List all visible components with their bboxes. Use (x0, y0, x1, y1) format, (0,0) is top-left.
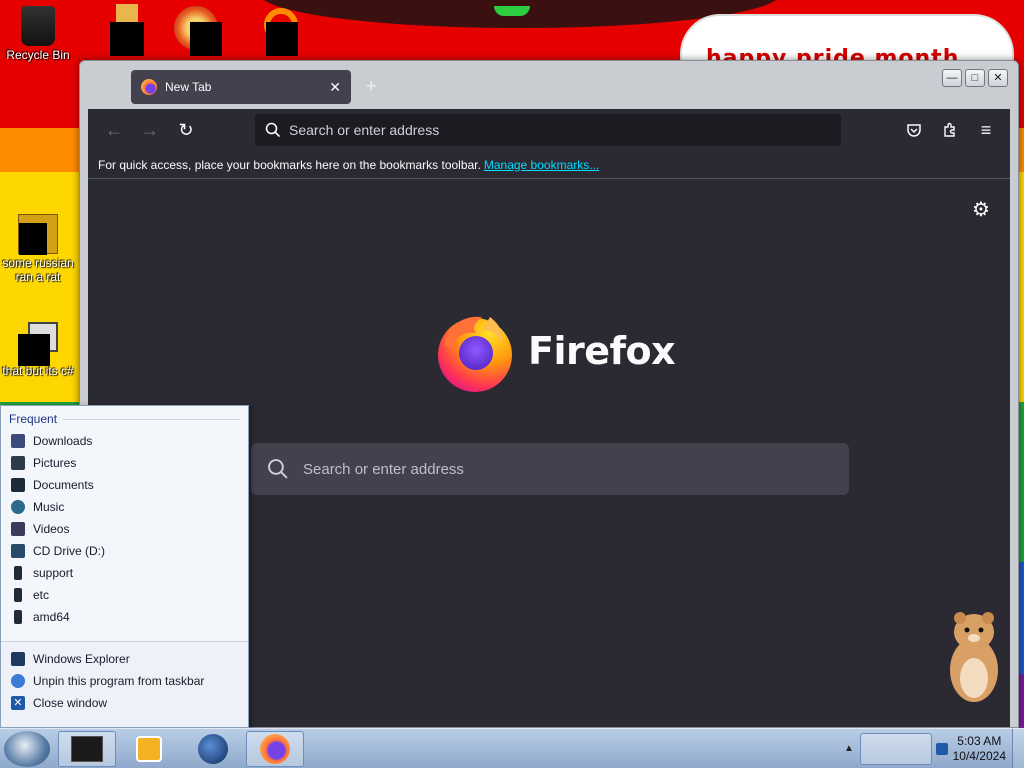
jump-item-support[interactable]: support (1, 562, 248, 584)
jump-list-heading: Frequent (1, 406, 248, 426)
wallpaper-green-light (494, 6, 530, 16)
terminal-icon (71, 736, 103, 762)
desktop-icon-recycle-bin[interactable]: Recycle Bin (0, 6, 76, 62)
address-bar-placeholder: Search or enter address (289, 122, 440, 138)
stack-icon (18, 322, 58, 366)
reload-icon[interactable]: ↻ (168, 115, 204, 145)
firefox-icon (260, 734, 290, 764)
tab-title: New Tab (165, 80, 212, 94)
redacted-block (190, 22, 222, 56)
globe-icon (198, 734, 228, 764)
app-icon (168, 6, 222, 56)
task-unpin-program[interactable]: Unpin this program from taskbar (1, 670, 248, 692)
folder-icon (14, 588, 22, 602)
task-close-window[interactable]: ✕ Close window (1, 692, 248, 714)
menu-hamburger-icon[interactable]: ≡ (970, 115, 1002, 145)
pocket-icon[interactable] (898, 115, 930, 145)
taskbar-terminal[interactable] (58, 731, 116, 767)
clock-time: 5:03 AM (957, 734, 1002, 748)
system-clock[interactable]: 5:03 AM 10/4/2024 (953, 734, 1006, 764)
manage-bookmarks-link[interactable]: Manage bookmarks... (484, 158, 599, 172)
redacted-block (266, 22, 298, 56)
jump-list-tasks: Windows Explorer Unpin this program from… (1, 641, 248, 727)
taskbar-media-player[interactable] (120, 731, 178, 767)
search-icon (268, 459, 288, 479)
desktop-icon-folder[interactable] (72, 4, 148, 56)
extensions-icon[interactable] (934, 115, 966, 145)
desktop-icon-app[interactable] (150, 6, 226, 56)
documents-folder-icon (11, 478, 25, 492)
unpin-icon (11, 674, 25, 688)
desktop-icon-label: that but its c# (2, 364, 74, 378)
desktop-icon-other[interactable] (226, 8, 302, 56)
desktop-icon-russian-rat[interactable]: some russian ran a rat (0, 214, 76, 284)
jump-item-cd-drive[interactable]: CD Drive (D:) (1, 540, 248, 562)
jump-item-music[interactable]: Music (1, 496, 248, 518)
folder-icon (14, 610, 22, 624)
tab-new-tab[interactable]: New Tab ✕ (131, 70, 351, 104)
music-folder-icon (11, 500, 25, 514)
frequent-list: Downloads Pictures Documents Music Video… (1, 430, 248, 628)
gear-icon[interactable]: ⚙ (970, 199, 992, 221)
network-icon[interactable] (936, 743, 948, 755)
minimize-button[interactable]: — (942, 69, 962, 87)
frequent-heading: Frequent (9, 412, 58, 426)
maximize-button[interactable]: □ (965, 69, 985, 87)
new-tab-search-box[interactable]: Search or enter address (251, 443, 849, 495)
windows-explorer-icon (11, 652, 25, 666)
clock-date: 10/4/2024 (952, 749, 1006, 763)
firefox-logo-icon (438, 316, 512, 392)
jump-item-pictures[interactable]: Pictures (1, 452, 248, 474)
taskbar-jump-list: Frequent Downloads Pictures Documents Mu… (0, 405, 249, 728)
search-placeholder: Search or enter address (303, 460, 464, 478)
pictures-folder-icon (11, 456, 25, 470)
firefox-wordmark: Firefox (528, 329, 676, 373)
desktop-icon-csharp[interactable]: that but its c# (0, 322, 76, 378)
recycle-bin-icon (21, 6, 55, 46)
window-controls: — □ ✕ (942, 69, 1008, 87)
taskbar: ▲ 5:03 AM 10/4/2024 (0, 728, 1024, 768)
bookmarks-prompt: For quick access, place your bookmarks h… (98, 157, 481, 172)
videos-folder-icon (11, 522, 25, 536)
document-icon (18, 214, 58, 255)
firefox-icon (141, 79, 157, 95)
taskbar-firefox[interactable] (246, 731, 304, 767)
hamster-sticker (950, 612, 998, 702)
tab-close-icon[interactable]: ✕ (329, 79, 341, 96)
folder-icon (14, 566, 22, 580)
redacted-block (110, 22, 144, 56)
media-player-icon (136, 736, 162, 762)
jump-item-documents[interactable]: Documents (1, 474, 248, 496)
app-icon (244, 8, 298, 56)
address-bar[interactable]: Search or enter address (255, 114, 841, 146)
downloads-folder-icon (11, 434, 25, 448)
search-icon (265, 122, 281, 138)
show-desktop-button[interactable] (1012, 729, 1024, 768)
jump-item-etc[interactable]: etc (1, 584, 248, 606)
desktop-icon-label: some russian ran a rat (2, 256, 74, 284)
cd-drive-icon (11, 544, 25, 558)
taskbar-browser-globe[interactable] (184, 731, 242, 767)
new-tab-plus-icon[interactable]: + (366, 76, 377, 97)
navigation-toolbar: ← → ↻ Search or enter address ≡ (88, 109, 1010, 151)
task-windows-explorer[interactable]: Windows Explorer (1, 648, 248, 670)
bookmarks-toolbar: For quick access, place your bookmarks h… (88, 151, 1010, 179)
redacted-block (19, 223, 47, 255)
jump-item-downloads[interactable]: Downloads (1, 430, 248, 452)
jump-item-videos[interactable]: Videos (1, 518, 248, 540)
folder-icon (90, 4, 144, 56)
desktop-icon-label: Recycle Bin (6, 48, 70, 62)
close-button[interactable]: ✕ (988, 69, 1008, 87)
jump-item-amd64[interactable]: amd64 (1, 606, 248, 628)
start-button[interactable] (4, 731, 50, 767)
tray-app-icon[interactable] (860, 733, 932, 765)
close-window-icon: ✕ (11, 696, 25, 710)
forward-arrow-icon[interactable]: → (132, 115, 168, 145)
toolbar-right: ≡ (898, 115, 1002, 145)
redacted-block (18, 334, 50, 366)
back-arrow-icon[interactable]: ← (96, 115, 132, 145)
show-hidden-icons-arrow-icon[interactable]: ▲ (844, 743, 854, 754)
